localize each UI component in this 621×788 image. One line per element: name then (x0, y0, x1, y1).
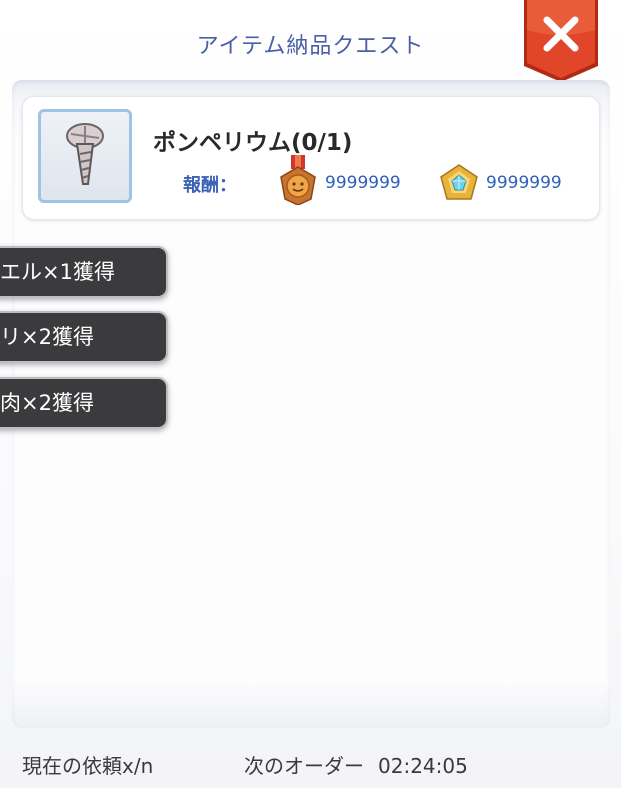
item-icon-frame (38, 109, 132, 203)
close-icon (524, 0, 598, 82)
current-request-count: 現在の依頼x/n (22, 754, 154, 778)
next-order-timer: 次のオーダー 02:24:05 (244, 750, 468, 779)
medal-icon (280, 155, 316, 205)
close-button[interactable] (522, 0, 600, 82)
item-card[interactable]: ポンペリウム(0/1) 報酬： 9999999 9999999 (22, 96, 600, 220)
next-order-time: 02:24:05 (378, 754, 468, 778)
reward-label: 報酬： (183, 175, 237, 196)
item-name: ポンペリウム(0/1) (153, 130, 353, 156)
toast-notification: リ×2獲得 (0, 311, 168, 363)
nail-icon (66, 123, 104, 185)
toast-notification: 肉×2獲得 (0, 377, 168, 429)
toast-notification: エル×1獲得 (0, 246, 168, 298)
medal-reward-value: 9999999 (325, 173, 401, 193)
quest-dialog: アイテム納品クエスト ポンペリウム(0/1) 報酬： 9999999 99999… (0, 0, 621, 788)
crystal-icon (440, 164, 478, 200)
next-order-label: 次のオーダー (244, 754, 364, 778)
crystal-reward-value: 9999999 (486, 173, 562, 193)
